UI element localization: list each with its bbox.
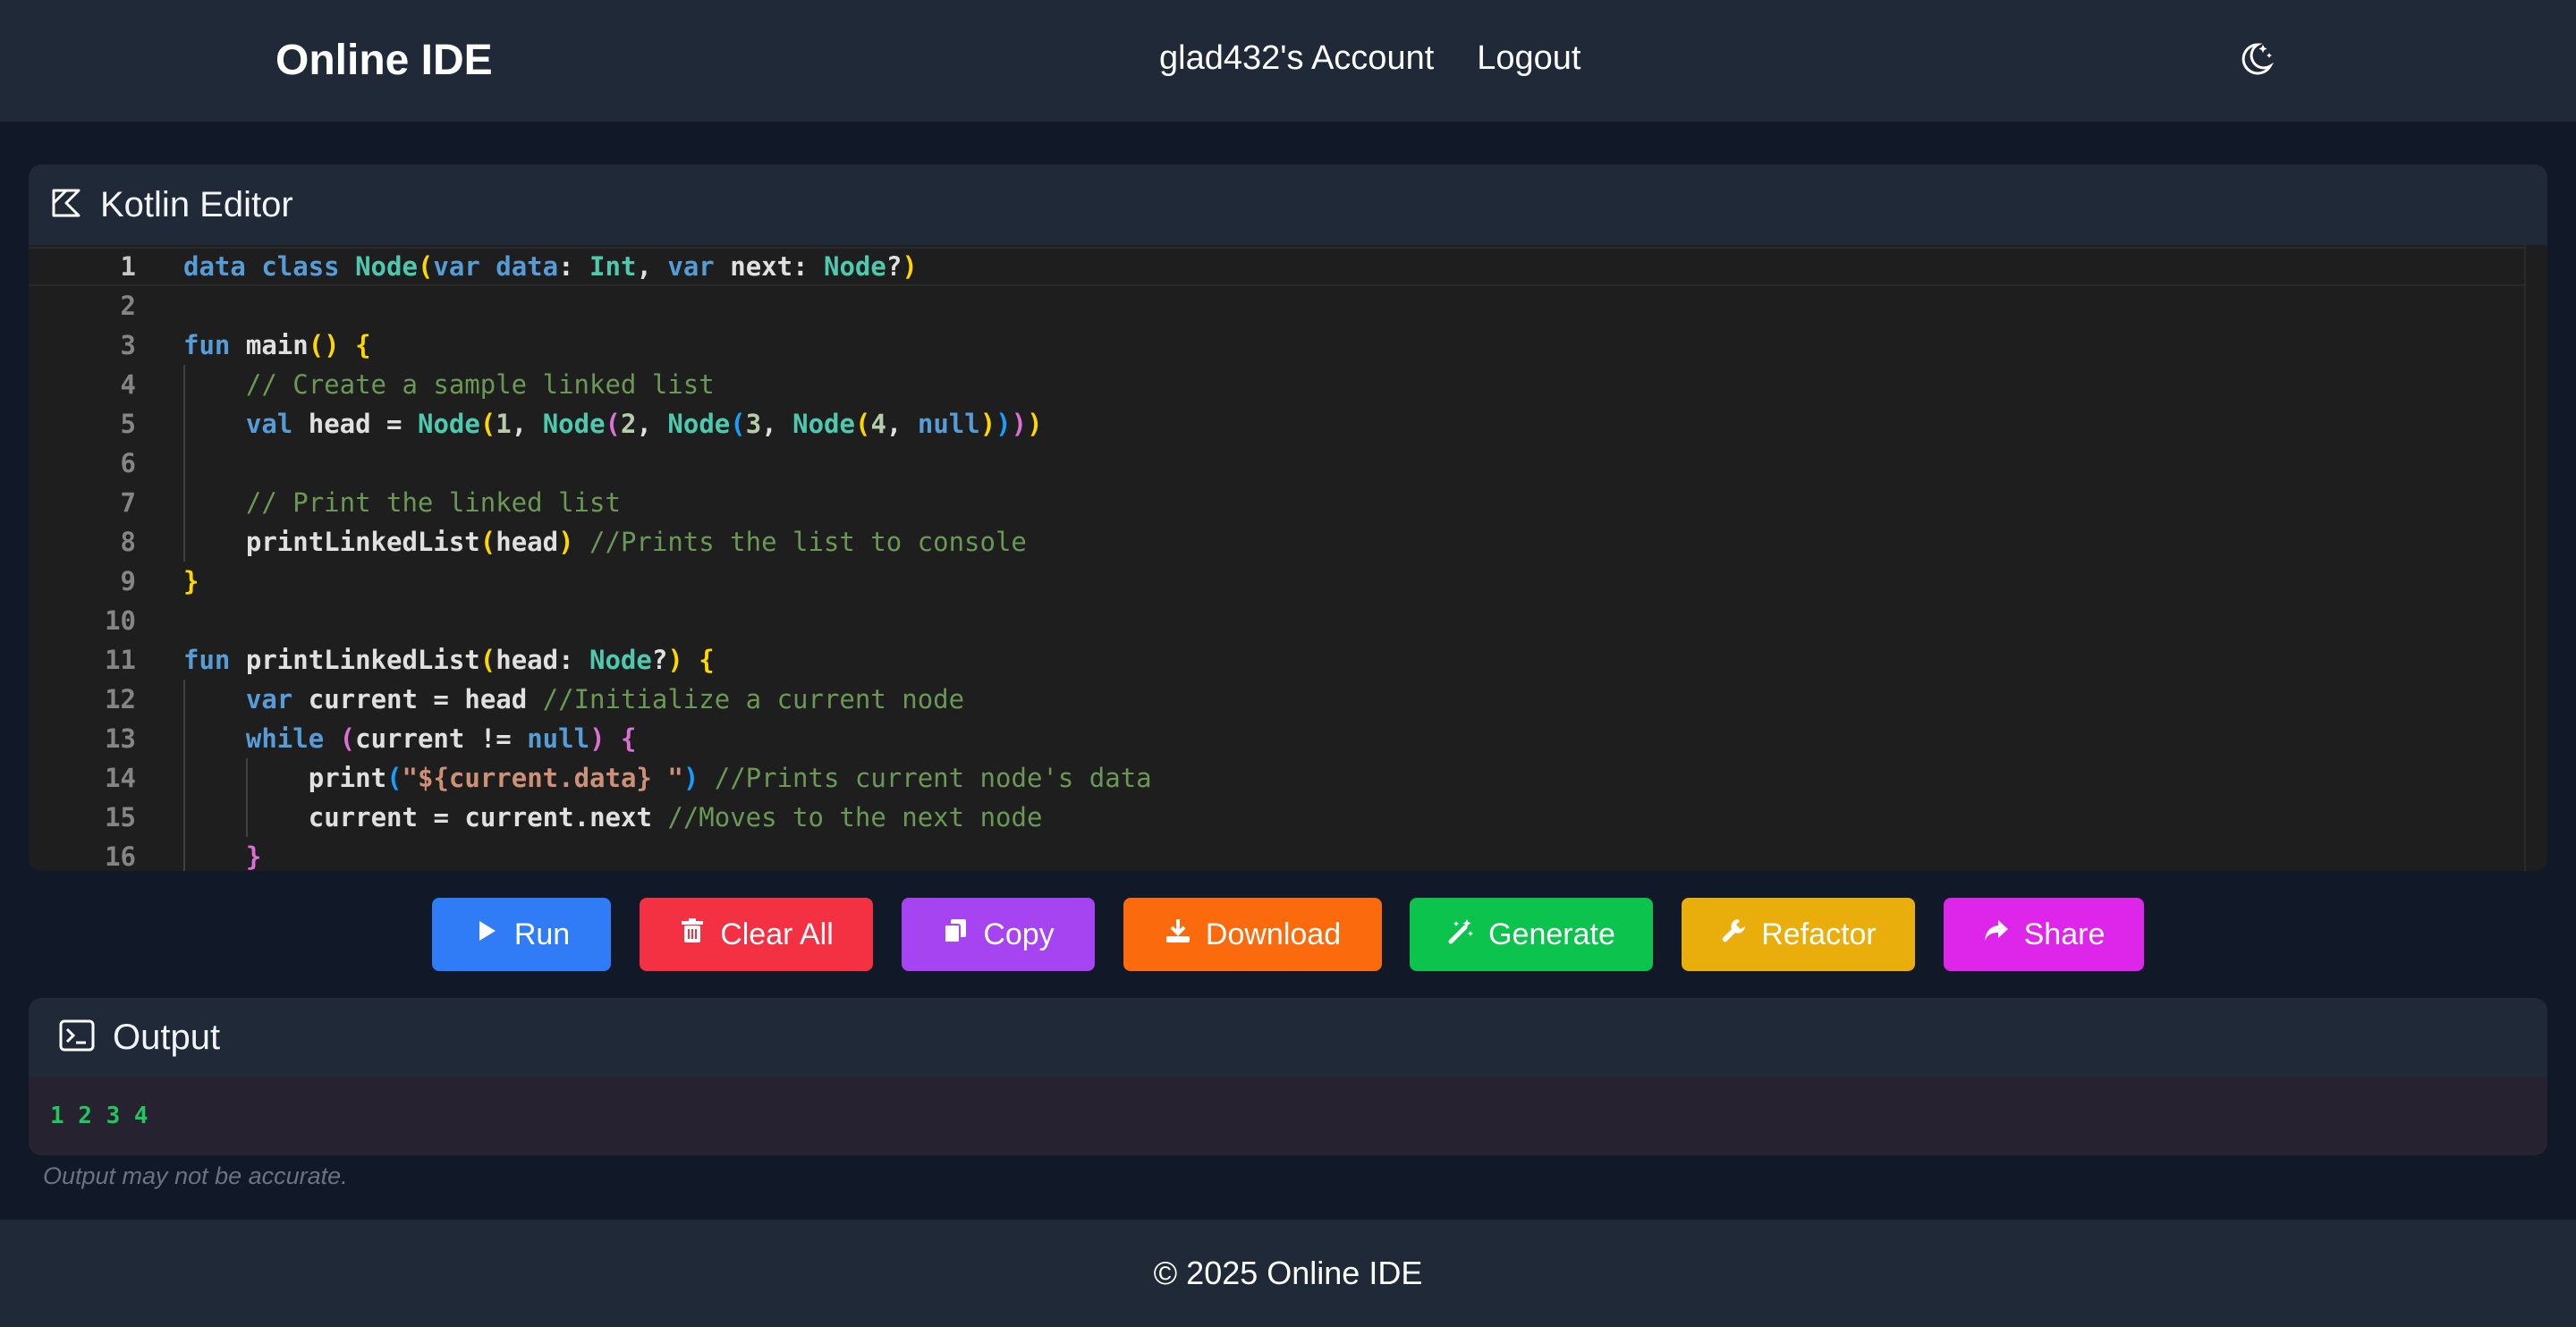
generate-button[interactable]: Generate	[1410, 898, 1653, 971]
editor-header: Kotlin Editor	[29, 165, 2547, 245]
account-link[interactable]: glad432's Account	[1159, 39, 1434, 78]
code-text: while (current != null) {	[245, 723, 637, 754]
footer: © 2025 Online IDE	[0, 1220, 2576, 1327]
line-number: 3	[120, 330, 136, 360]
button-label: Download	[1205, 917, 1342, 951]
code-text: }	[183, 566, 199, 596]
line-number: 8	[120, 527, 136, 557]
code-line[interactable]: 14 print("${current.data} ") //Prints cu…	[29, 758, 2524, 798]
output-console: 1 2 3 4	[29, 1077, 2547, 1155]
download-button[interactable]: Download	[1123, 898, 1382, 971]
line-number: 1	[120, 251, 136, 282]
line-number: 7	[120, 487, 136, 518]
code-text: print("${current.data} ") //Prints curre…	[308, 763, 1152, 793]
editor-panel: Kotlin Editor 1 data class Node(var data:…	[29, 165, 2547, 871]
kotlin-icon	[50, 187, 82, 224]
magic-wand-icon	[1447, 917, 1474, 952]
run-button[interactable]: Run	[432, 898, 611, 971]
code-text: // Print the linked list	[245, 487, 621, 518]
play-icon	[473, 917, 500, 952]
clear-all-button[interactable]: Clear All	[640, 898, 873, 971]
copy-button[interactable]: Copy	[902, 898, 1095, 971]
code-line[interactable]: 16 }	[29, 837, 2524, 871]
line-number: 11	[105, 645, 136, 675]
code-text: // Create a sample linked list	[245, 369, 715, 400]
download-icon	[1165, 917, 1191, 952]
code-line[interactable]: 8 printLinkedList(head) //Prints the lis…	[29, 522, 2524, 562]
code-line[interactable]: 13 while (current != null) {	[29, 719, 2524, 758]
button-label: Run	[513, 917, 571, 951]
code-line[interactable]: 2	[29, 286, 2524, 325]
output-panel: Output 1 2 3 4	[29, 998, 2547, 1155]
editor-scrollbar[interactable]	[2524, 245, 2547, 871]
code-line[interactable]: 10	[29, 601, 2524, 640]
button-label: Clear All	[720, 917, 834, 951]
copy-icon	[942, 917, 969, 952]
line-number: 14	[105, 763, 136, 793]
code-text: current = current.next //Moves to the ne…	[308, 802, 1043, 833]
line-number: 6	[120, 448, 136, 478]
code-line[interactable]: 12 var current = head //Initialize a cur…	[29, 680, 2524, 719]
code-editor[interactable]: 1 data class Node(var data: Int, var next…	[29, 245, 2547, 871]
code-line[interactable]: 5 val head = Node(1, Node(2, Node(3, Nod…	[29, 404, 2524, 444]
line-number: 16	[105, 841, 136, 871]
button-label: Share	[2023, 917, 2106, 951]
output-disclaimer: Output may not be accurate.	[43, 1162, 348, 1189]
code-text: printLinkedList(head) //Prints the list …	[245, 527, 1027, 557]
line-number: 13	[105, 723, 136, 754]
line-number: 12	[105, 684, 136, 714]
code-text: fun main() {	[183, 330, 371, 360]
refactor-button[interactable]: Refactor	[1682, 898, 1915, 971]
code-text: val head = Node(1, Node(2, Node(3, Node(…	[245, 409, 1043, 439]
button-label: Generate	[1488, 917, 1615, 951]
code-line[interactable]: 15 current = current.next //Moves to the…	[29, 798, 2524, 837]
indent-guide	[183, 365, 185, 562]
moon-stars-icon[interactable]	[2236, 39, 2275, 79]
code-text: data class Node(var data: Int, var next:…	[183, 251, 918, 282]
line-number: 5	[120, 409, 136, 439]
trash-icon	[679, 917, 706, 952]
indent-guide	[183, 680, 185, 871]
button-label: Refactor	[1761, 917, 1877, 951]
code-text: fun printLinkedList(head: Node?) {	[183, 645, 715, 675]
line-number: 10	[105, 605, 136, 636]
line-number: 15	[105, 802, 136, 833]
code-line[interactable]: 9}	[29, 562, 2524, 601]
output-title: Output	[113, 1017, 221, 1057]
terminal-icon	[59, 1019, 95, 1056]
line-number: 2	[120, 291, 136, 321]
code-line[interactable]: 7 // Print the linked list	[29, 483, 2524, 522]
top-navbar: Online IDE glad432's Account Logout	[0, 0, 2576, 122]
nav-links: glad432's Account Logout	[1159, 39, 1581, 78]
share-icon	[1983, 917, 2010, 952]
indent-guide	[246, 758, 248, 837]
editor-title: Kotlin Editor	[100, 184, 293, 224]
logout-link[interactable]: Logout	[1477, 39, 1580, 78]
wrench-icon	[1720, 917, 1747, 952]
line-number: 4	[120, 369, 136, 400]
code-text: }	[245, 841, 262, 871]
button-label: Copy	[983, 917, 1055, 951]
output-header: Output	[29, 998, 2547, 1077]
brand-title[interactable]: Online IDE	[275, 36, 493, 85]
line-number: 9	[120, 566, 136, 596]
share-button[interactable]: Share	[1944, 898, 2144, 971]
footer-copyright: © 2025 Online IDE	[1153, 1255, 1423, 1291]
code-line[interactable]: 6	[29, 444, 2524, 483]
code-line[interactable]: 4 // Create a sample linked list	[29, 365, 2524, 404]
code-text: var current = head //Initialize a curren…	[245, 684, 965, 714]
code-line[interactable]: 11 fun printLinkedList(head: Node?) {	[29, 640, 2524, 680]
code-line[interactable]: 3 fun main() {	[29, 325, 2524, 365]
code-line[interactable]: 1 data class Node(var data: Int, var next…	[29, 247, 2524, 286]
